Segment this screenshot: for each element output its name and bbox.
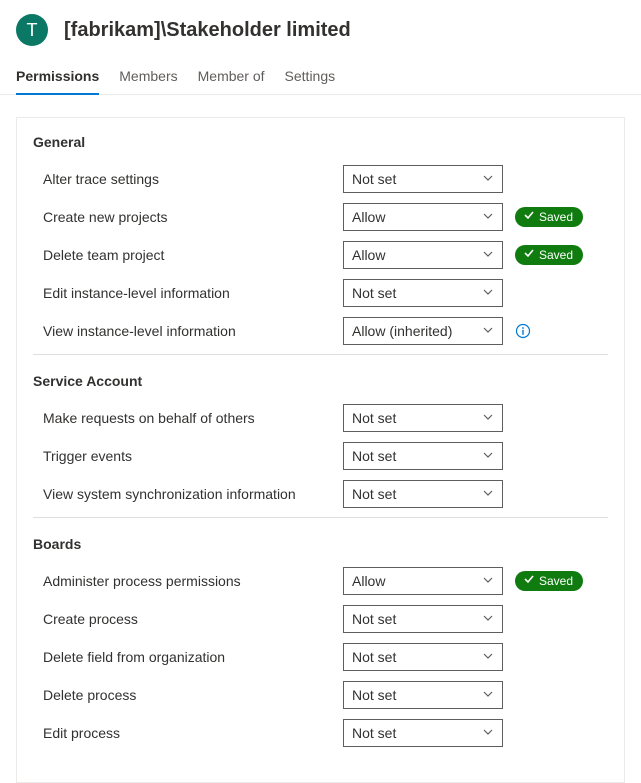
saved-label: Saved [539,248,573,262]
title-name: Stakeholder limited [166,19,351,41]
permission-value: Not set [352,611,396,627]
permission-value: Not set [352,725,396,741]
permission-label: Edit process [33,725,343,741]
permissions-panel: GeneralAlter trace settingsNot setCreate… [16,117,625,783]
permission-select-trigger-events[interactable]: Not set [343,442,503,470]
avatar-letter: T [27,20,38,41]
permission-select-create-new-projects[interactable]: Allow [343,203,503,231]
permission-value: Allow (inherited) [352,323,452,339]
page-header: T [fabrikam]\Stakeholder limited [0,0,641,56]
page-title: [fabrikam]\Stakeholder limited [64,19,351,42]
chevron-down-icon [482,611,494,627]
check-icon [523,209,535,224]
permission-label: Create process [33,611,343,627]
permission-row: Alter trace settings Not set [33,160,608,198]
tab-members[interactable]: Members [119,60,177,94]
permission-row: Create process Not set [33,600,608,638]
permission-label: Administer process permissions [33,573,343,589]
section-general: General Alter trace settings Not set Create… [33,134,608,355]
permission-select-alter-trace-settings[interactable]: Not set [343,165,503,193]
chevron-down-icon [482,448,494,464]
saved-label: Saved [539,210,573,224]
permission-select-delete-field-from-organization[interactable]: Not set [343,643,503,671]
permission-row: View instance-level information Allow (in… [33,312,608,350]
section-body: Administer process permissions Allow Saved… [33,562,608,756]
section-body: Make requests on behalf of others Not set… [33,399,608,518]
tab-bar: Permissions Members Member of Settings [0,60,641,95]
saved-label: Saved [539,574,573,588]
title-prefix: [fabrikam] [64,19,161,41]
permission-label: Delete team project [33,247,343,263]
permission-value: Allow [352,247,385,263]
check-icon [523,573,535,588]
permission-label: Alter trace settings [33,171,343,187]
permission-row: Edit instance-level information Not set [33,274,608,312]
permission-label: View instance-level information [33,323,343,339]
section-title: General [33,134,608,150]
permission-label: Delete field from organization [33,649,343,665]
chevron-down-icon [482,573,494,589]
permission-value: Allow [352,209,385,225]
chevron-down-icon [482,410,494,426]
permission-select-edit-process[interactable]: Not set [343,719,503,747]
permission-row: Edit process Not set [33,714,608,752]
permission-row: Trigger events Not set [33,437,608,475]
chevron-down-icon [482,209,494,225]
saved-badge: Saved [515,207,583,227]
section-title: Service Account [33,373,608,389]
permission-select-administer-process-permissions[interactable]: Allow [343,567,503,595]
permission-row: View system synchronization information N… [33,475,608,513]
permission-value: Not set [352,171,396,187]
permission-select-delete-team-project[interactable]: Allow [343,241,503,269]
chevron-down-icon [482,285,494,301]
permission-row: Create new projects Allow Saved [33,198,608,236]
permission-value: Allow [352,573,385,589]
info-icon[interactable] [515,323,531,339]
permission-label: View system synchronization information [33,486,343,502]
chevron-down-icon [482,649,494,665]
section-title: Boards [33,536,608,552]
permission-value: Not set [352,486,396,502]
permission-label: Make requests on behalf of others [33,410,343,426]
tab-member-of[interactable]: Member of [198,60,265,94]
section-boards: Boards Administer process permissions Allo… [33,536,608,756]
chevron-down-icon [482,687,494,703]
check-icon [523,247,535,262]
saved-badge: Saved [515,245,583,265]
permission-select-make-requests-on-behalf-of-others[interactable]: Not set [343,404,503,432]
section-service-account: Service Account Make requests on behalf o… [33,373,608,518]
permission-select-delete-process[interactable]: Not set [343,681,503,709]
permission-value: Not set [352,285,396,301]
permission-select-create-process[interactable]: Not set [343,605,503,633]
permission-row: Delete team project Allow Saved [33,236,608,274]
tab-settings[interactable]: Settings [285,60,336,94]
permission-label: Create new projects [33,209,343,225]
permission-label: Edit instance-level information [33,285,343,301]
permission-select-edit-instance-level-information[interactable]: Not set [343,279,503,307]
tab-permissions[interactable]: Permissions [16,60,99,94]
chevron-down-icon [482,171,494,187]
permission-label: Trigger events [33,448,343,464]
avatar: T [16,14,48,46]
chevron-down-icon [482,323,494,339]
permission-value: Not set [352,687,396,703]
permission-row: Delete process Not set [33,676,608,714]
section-body: Alter trace settings Not set Create new pr… [33,160,608,355]
permission-label: Delete process [33,687,343,703]
saved-badge: Saved [515,571,583,591]
permission-row: Make requests on behalf of others Not set [33,399,608,437]
permission-select-view-instance-level-information[interactable]: Allow (inherited) [343,317,503,345]
permission-row: Administer process permissions Allow Saved [33,562,608,600]
permission-row: Delete field from organization Not set [33,638,608,676]
permission-select-view-system-synchronization-information[interactable]: Not set [343,480,503,508]
chevron-down-icon [482,486,494,502]
permission-value: Not set [352,410,396,426]
permission-value: Not set [352,448,396,464]
permission-value: Not set [352,649,396,665]
chevron-down-icon [482,725,494,741]
chevron-down-icon [482,247,494,263]
